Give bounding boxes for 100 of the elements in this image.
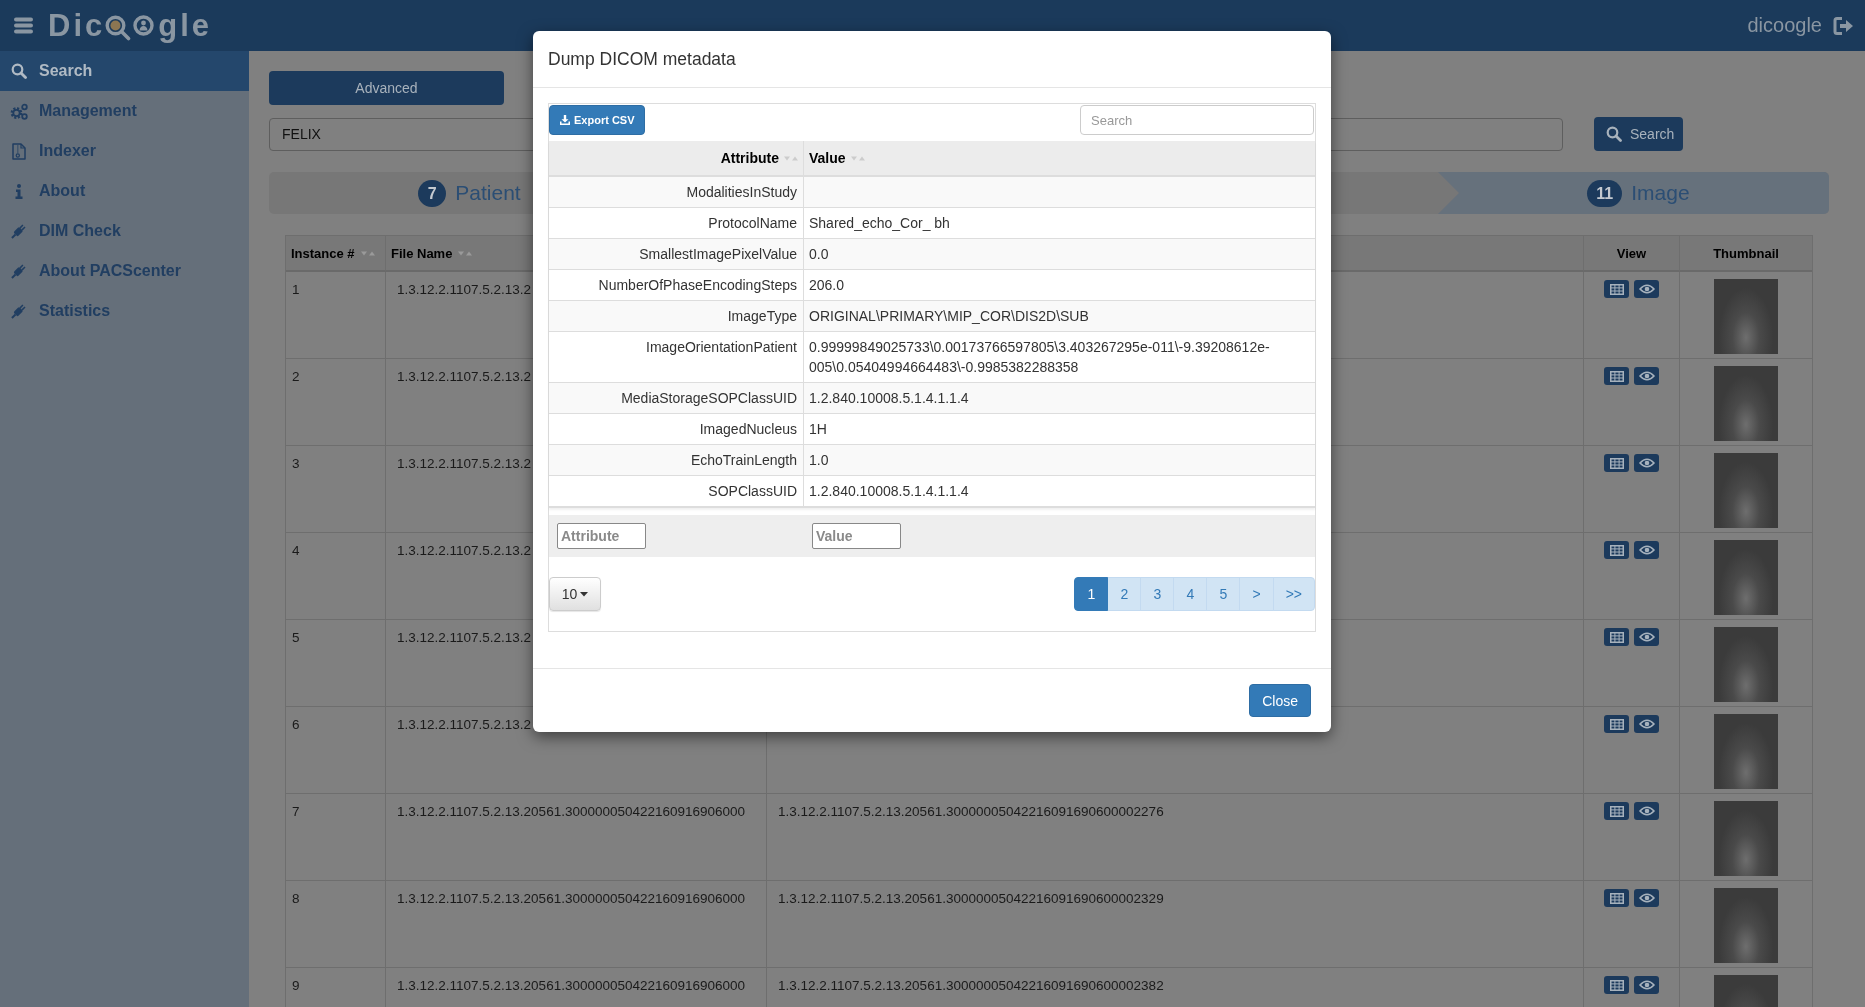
grid-button[interactable]	[1604, 976, 1629, 994]
table-cell: 2	[286, 359, 386, 446]
search-icon	[11, 63, 27, 79]
eye-button[interactable]	[1634, 976, 1659, 994]
eye-icon	[1638, 458, 1655, 468]
gears-icon	[10, 102, 28, 120]
eye-button[interactable]	[1634, 367, 1659, 385]
eye-button[interactable]	[1634, 889, 1659, 907]
search-button[interactable]: Search	[1594, 117, 1683, 151]
grid-icon	[1609, 370, 1624, 382]
eye-icon	[1638, 284, 1655, 294]
page-link[interactable]: 3	[1140, 577, 1175, 611]
logo-text: gle	[158, 7, 213, 44]
table-cell: 8	[286, 881, 386, 968]
table-cell: 4	[286, 533, 386, 620]
table-cell: ORIGINAL\PRIMARY\MIP_COR\DIS2D\SUB	[804, 301, 1315, 332]
page-size-button[interactable]: 10	[549, 577, 601, 611]
eye-icon	[1638, 980, 1655, 990]
table-cell: 7	[286, 794, 386, 881]
eye-icon	[1638, 806, 1655, 816]
eye-button[interactable]	[1634, 541, 1659, 559]
page-link[interactable]: 4	[1173, 577, 1208, 611]
grid-icon	[1609, 457, 1624, 469]
table-cell: 0.0	[804, 239, 1315, 270]
sidebar-item[interactable]: Search	[0, 51, 249, 91]
table-cell: SOPClassUID	[549, 476, 804, 507]
table-cell: 9	[286, 968, 386, 1007]
page-link[interactable]: 1	[1074, 577, 1109, 611]
grid-button[interactable]	[1604, 454, 1629, 472]
page-link[interactable]: >>	[1272, 577, 1315, 611]
table-cell: 1.3.12.2.1107.5.2.13.20561.300000050422160916906000	[386, 881, 767, 968]
table-cell: EchoTrainLength	[549, 445, 804, 476]
magnifier-icon	[105, 14, 132, 41]
table-cell: 1	[286, 272, 386, 359]
column-header: Instance #	[291, 245, 355, 261]
table-cell: SmallestImagePixelValue	[549, 239, 804, 270]
logo-text: Dic	[48, 7, 106, 44]
sidebar-item[interactable]: About PACScenter	[0, 251, 249, 291]
sidebar-item[interactable]: Statistics	[0, 291, 249, 331]
eye-button[interactable]	[1634, 454, 1659, 472]
table-cell: 1.3.12.2.1107.5.2.13.20561.30000005042216091690600002276	[767, 794, 1584, 881]
page-link[interactable]: 2	[1107, 577, 1142, 611]
count-badge: 11	[1587, 179, 1623, 207]
table-cell: 1.2.840.10008.5.1.4.1.1.4	[804, 476, 1315, 507]
sidebar-item[interactable]: Management	[0, 91, 249, 131]
grid-icon	[1609, 805, 1624, 817]
advanced-button[interactable]: Advanced	[269, 71, 504, 105]
step-tab[interactable]: 11 Image	[1438, 172, 1829, 214]
eye-button[interactable]	[1634, 715, 1659, 733]
column-header: View	[1616, 245, 1647, 261]
close-button[interactable]: Close	[1249, 684, 1311, 717]
eye-icon	[1638, 719, 1655, 729]
table-cell: MediaStorageSOPClassUID	[549, 383, 804, 414]
table-cell: 5	[286, 620, 386, 707]
grid-icon	[1609, 283, 1624, 295]
username-label: dicoogle	[1747, 14, 1822, 37]
count-badge: 7	[418, 179, 447, 207]
sidebar-item[interactable]: About	[0, 171, 249, 211]
sidebar-item[interactable]: Indexer	[0, 131, 249, 171]
grid-button[interactable]	[1604, 280, 1629, 298]
eye-icon	[1638, 545, 1655, 555]
grid-button[interactable]	[1604, 715, 1629, 733]
grid-icon	[1609, 631, 1624, 643]
grid-button[interactable]	[1604, 628, 1629, 646]
table-cell: 3	[286, 446, 386, 533]
dialog-title: Dump DICOM metadata	[548, 48, 737, 71]
search-icon	[1606, 126, 1622, 142]
table-cell: 1.2.840.10008.5.1.4.1.1.4	[804, 383, 1315, 414]
eye-icon	[1638, 893, 1655, 903]
page-link[interactable]: 5	[1206, 577, 1241, 611]
eye-button[interactable]	[1634, 628, 1659, 646]
sidebar-item[interactable]: DIM Check	[0, 211, 249, 251]
sign-out-icon[interactable]	[1833, 15, 1855, 36]
eye-button[interactable]	[1634, 280, 1659, 298]
column-header: Value	[809, 150, 846, 166]
column-header: File Name	[391, 245, 453, 261]
grid-button[interactable]	[1604, 367, 1629, 385]
eye-button[interactable]	[1634, 802, 1659, 820]
grid-icon	[1609, 718, 1624, 730]
grid-button[interactable]	[1604, 802, 1629, 820]
grid-button[interactable]	[1604, 889, 1629, 907]
export-button[interactable]: Export CSV	[549, 105, 645, 135]
filter-field[interactable]: Value	[812, 523, 901, 549]
eye-icon	[1638, 632, 1655, 642]
search-field[interactable]: Search	[1080, 105, 1314, 135]
grid-icon	[1609, 892, 1624, 904]
eye-icon	[1638, 371, 1655, 381]
column-header: Attribute	[720, 150, 779, 166]
info-icon	[15, 183, 23, 199]
filter-field[interactable]: Attribute	[557, 523, 646, 549]
grid-button[interactable]	[1604, 541, 1629, 559]
table-cell: ModalitiesInStudy	[549, 177, 804, 208]
ring-figure-icon	[133, 15, 155, 36]
download-icon	[560, 115, 570, 125]
caret-icon	[580, 591, 589, 597]
table-cell: 1.3.12.2.1107.5.2.13.20561.30000005042216091690600002329	[767, 881, 1584, 968]
page-link[interactable]: >	[1239, 577, 1274, 611]
menu-icon[interactable]	[14, 17, 33, 34]
grid-icon	[1609, 979, 1624, 991]
table-cell: 6	[286, 707, 386, 794]
